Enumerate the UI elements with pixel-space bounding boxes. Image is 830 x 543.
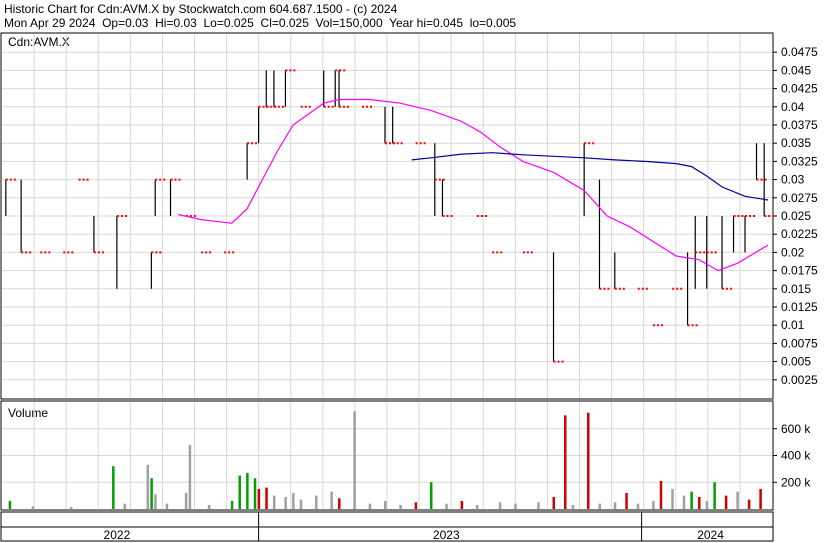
volume-bar: [564, 415, 567, 509]
price-panel-title: Cdn:AVM.X: [8, 35, 70, 49]
price-tick-label: 0.045: [781, 63, 811, 77]
volume-bar: [652, 500, 655, 509]
volume-bar: [368, 503, 372, 509]
volume-bar: [265, 487, 268, 509]
volume-bar: [246, 472, 249, 509]
volume-bar: [315, 495, 318, 509]
volume-bar: [571, 504, 575, 509]
price-tick-label: 0.015: [781, 282, 811, 296]
price-tick-label: 0.04: [781, 100, 805, 114]
volume-bar: [552, 496, 556, 509]
volume-bar: [384, 500, 387, 509]
volume-panel: Volume 600 k 400 k 200 k: [0, 400, 811, 511]
stock-chart: Cdn:AVM.X 0.0475 0.045 0.0425 0.04 0.0375 0.0…: [0, 32, 818, 542]
volume-bar: [154, 494, 157, 509]
volume-bar: [299, 499, 303, 509]
price-tick-label: 0.0325: [781, 154, 818, 168]
volume-bar: [747, 499, 751, 509]
volume-bar: [625, 492, 628, 509]
volume-tick-label: 400 k: [781, 449, 811, 463]
volume-bar: [705, 500, 709, 509]
volume-bar: [445, 503, 448, 509]
volume-bar: [338, 498, 341, 509]
volume-bar: [146, 464, 150, 509]
price-tick-label: 0.0025: [781, 373, 818, 387]
price-tick-label: 0.0075: [781, 336, 818, 350]
volume-bar: [123, 503, 127, 509]
x-axis: 2022 2023 2024: [0, 511, 774, 542]
volume-bar: [31, 506, 35, 509]
volume-bar: [759, 488, 762, 509]
volume-bar: [659, 480, 663, 509]
volume-bar: [414, 502, 418, 509]
volume-panel-title: Volume: [8, 406, 48, 420]
volume-bar: [475, 504, 479, 509]
price-tick-label: 0.0225: [781, 227, 818, 241]
volume-bar: [682, 495, 686, 509]
volume-bar: [257, 488, 261, 509]
volume-bar: [713, 482, 716, 509]
volume-bar: [537, 502, 540, 509]
price-tick-label: 0.005: [781, 355, 811, 369]
price-tick-label: 0.0475: [781, 45, 818, 59]
volume-bar: [284, 496, 287, 509]
volume-bar: [690, 491, 693, 509]
volume-bar: [330, 491, 333, 509]
price-tick-label: 0.02: [781, 245, 805, 259]
price-tick-label: 0.0375: [781, 118, 818, 132]
volume-bar: [150, 478, 153, 509]
volume-bar: [188, 444, 192, 509]
volume-bar: [207, 504, 211, 509]
volume-bar: [613, 502, 617, 509]
volume-tick-label: 200 k: [781, 475, 811, 489]
volume-bar: [498, 502, 502, 509]
volume-bar: [460, 500, 464, 509]
volume-bar: [598, 503, 601, 509]
volume-bar: [636, 503, 640, 509]
price-panel: Cdn:AVM.X 0.0475 0.045 0.0425 0.04 0.0375 0.0…: [0, 32, 818, 400]
year-label: 2022: [104, 528, 131, 542]
price-tick-label: 0.01: [781, 318, 805, 332]
volume-bar: [586, 412, 590, 509]
volume-bar: [69, 506, 73, 509]
volume-bar: [671, 488, 674, 509]
volume-bar: [724, 495, 728, 509]
volume-bar: [429, 482, 433, 509]
price-tick-label: 0.035: [781, 136, 811, 150]
volume-bar: [238, 475, 241, 509]
volume-bar: [230, 500, 234, 509]
price-tick-label: 0.025: [781, 209, 811, 223]
volume-tick-label: 600 k: [781, 422, 811, 436]
volume-bar: [165, 503, 169, 509]
price-tick-label: 0.0125: [781, 300, 818, 314]
volume-bar: [112, 466, 115, 509]
price-tick-label: 0.0425: [781, 82, 818, 96]
year-label: 2023: [433, 528, 460, 542]
volume-bar: [292, 492, 295, 509]
volume-bar: [514, 503, 517, 509]
volume-bar: [8, 500, 12, 509]
price-tick-label: 0.03: [781, 173, 805, 187]
volume-bar: [253, 478, 257, 509]
moving-average-line: [411, 152, 769, 201]
price-tick-label: 0.0275: [781, 191, 818, 205]
volume-bar: [272, 495, 276, 509]
volume-bar: [698, 496, 701, 509]
volume-bar: [399, 504, 402, 509]
volume-bar: [184, 492, 188, 509]
year-label: 2024: [697, 528, 724, 542]
price-tick-label: 0.0175: [781, 264, 818, 278]
volume-bar: [736, 491, 739, 509]
volume-bar: [353, 411, 356, 509]
